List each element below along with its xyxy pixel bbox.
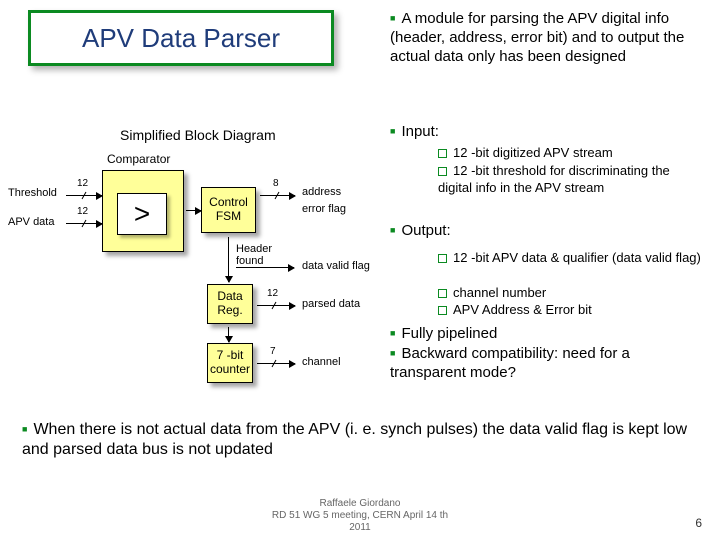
bullet-icon: ■ — [390, 13, 395, 24]
sig-datavalid: data valid flag — [302, 260, 370, 272]
sub-output-3: APV Address & Error bit — [438, 302, 703, 319]
width-8: 8 — [273, 178, 279, 189]
bullet-module-text: A module for parsing the APV digital inf… — [390, 10, 684, 65]
sub-output-2-text: channel number — [453, 285, 546, 300]
bullet-icon: ■ — [390, 225, 395, 236]
subtitle: Simplified Block Diagram — [120, 127, 276, 143]
sub-output-3-text: APV Address & Error bit — [453, 302, 592, 317]
control-fsm-box: Control FSM — [201, 187, 256, 233]
bullet-output: ■ Output: — [390, 222, 451, 241]
bullet-pipelined: ■ Fully pipelined — [390, 325, 497, 344]
sub-input-2-text: 12 -bit threshold for discriminating the… — [438, 163, 670, 195]
sub-bullet-icon — [438, 289, 447, 298]
width-12a: 12 — [77, 178, 88, 189]
bullet-input: ■ Input: — [390, 123, 439, 142]
sub-output-1: 12 -bit APV data & qualifier (data valid… — [438, 250, 703, 267]
bullet-bottom: ■When there is not actual data from the … — [22, 420, 702, 460]
label-header-found: Header found — [236, 243, 286, 267]
counter-label: 7 -bit counter — [210, 349, 250, 377]
bullet-backward: ■Backward compatibility: need for a tran… — [390, 345, 700, 383]
arrow-to-counter — [228, 327, 229, 342]
label-apvdata: APV data — [8, 216, 54, 228]
gt-box: > — [117, 193, 167, 235]
slide-title: APV Data Parser — [82, 23, 280, 54]
arrow-comp-to-fsm — [186, 210, 201, 211]
bullet-input-text: Input: — [401, 123, 439, 140]
control-fsm-label: Control FSM — [204, 196, 253, 224]
sub-bullet-icon — [438, 149, 447, 158]
gt-symbol: > — [134, 198, 150, 230]
bullet-icon: ■ — [390, 348, 395, 359]
footer-meeting: RD 51 WG 5 meeting, CERN April 14 th — [0, 510, 720, 522]
bullet-icon: ■ — [390, 126, 395, 137]
sig-address: address — [302, 186, 341, 198]
page-number: 6 — [695, 516, 702, 530]
data-reg-label: Data Reg. — [210, 290, 250, 318]
arrow-datareg-out — [257, 305, 295, 306]
sub-output-2: channel number — [438, 285, 703, 302]
arrow-header-found — [228, 237, 229, 282]
bullet-module: ■A module for parsing the APV digital in… — [390, 10, 705, 66]
bullet-bottom-text: When there is not actual data from the A… — [22, 421, 687, 458]
footer-author: Raffaele Giordano — [0, 498, 720, 510]
sig-channel: channel — [302, 356, 341, 368]
counter-box: 7 -bit counter — [207, 343, 253, 383]
bullet-icon: ■ — [22, 424, 27, 435]
width-12c: 12 — [267, 288, 278, 299]
width-7: 7 — [270, 346, 276, 357]
label-comparator: Comparator — [107, 152, 170, 166]
sig-errorflag: error flag — [302, 203, 346, 215]
sub-bullet-icon — [438, 167, 447, 176]
footer: Raffaele Giordano RD 51 WG 5 meeting, CE… — [0, 498, 720, 534]
arrow-data-valid — [236, 267, 294, 268]
sig-parsed: parsed data — [302, 298, 360, 310]
bullet-backward-text: Backward compatibility: need for a trans… — [390, 345, 630, 381]
width-12b: 12 — [77, 206, 88, 217]
sub-input-2: 12 -bit threshold for discriminating the… — [438, 163, 703, 197]
sub-input-1: 12 -bit digitized APV stream — [438, 145, 703, 162]
slide-title-box: APV Data Parser — [28, 10, 334, 66]
arrow-counter-out — [257, 363, 295, 364]
data-reg-box: Data Reg. — [207, 284, 253, 324]
bullet-pipelined-text: Fully pipelined — [401, 325, 497, 342]
bullet-icon: ■ — [390, 328, 395, 339]
sub-bullet-icon — [438, 306, 447, 315]
footer-year: 2011 — [0, 522, 720, 534]
sub-bullet-icon — [438, 254, 447, 263]
sub-output-1-text: 12 -bit APV data & qualifier (data valid… — [453, 250, 701, 265]
bullet-output-text: Output: — [401, 222, 450, 239]
sub-input-1-text: 12 -bit digitized APV stream — [453, 145, 613, 160]
label-threshold: Threshold — [8, 187, 57, 199]
